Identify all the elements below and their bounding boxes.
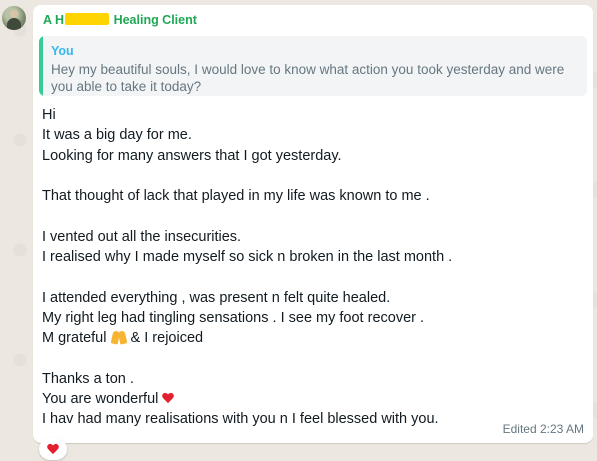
sender-name-suffix: Healing Client [113, 13, 197, 27]
rejoiced-text: & I rejoiced [130, 330, 204, 347]
quoted-author: You [51, 44, 74, 58]
red-heart-icon [162, 393, 174, 404]
redaction-mark [65, 13, 110, 25]
sender-name[interactable]: A H Healing Client [43, 13, 197, 29]
message-line: It was a big day for me. [42, 127, 192, 144]
quoted-text: Hey my beautiful souls, I would love to … [51, 62, 565, 94]
wonderful-text: You are wonderful [42, 391, 159, 408]
message-line: Hi [42, 107, 56, 123]
message-line-with-emoji: You are wonderful [42, 389, 522, 409]
message-line: That thought of lack that played in my l… [42, 188, 430, 205]
avatar-head [10, 10, 18, 18]
message-line: I realised why I made myself so sick n b… [42, 249, 453, 266]
message-bubble[interactable]: A H Healing Client You Hey my beautiful … [33, 5, 593, 443]
red-heart-icon [47, 444, 59, 455]
message-line: My right leg had tingling sensations . I… [42, 309, 425, 326]
message-line: I vented out all the insecurities. [42, 228, 242, 245]
message-line: Looking for many answers that I got yest… [42, 147, 342, 164]
sender-name-prefix: A H [43, 13, 65, 27]
message-line: Thanks a ton . [42, 370, 134, 387]
message-timestamp: Edited 2:23 AM [502, 422, 584, 436]
grateful-text: M grateful [42, 330, 107, 347]
message-text: Hi It was a big day for me. Looking for … [42, 105, 522, 430]
message-line-with-emoji: M grateful & I rejoiced [42, 328, 522, 348]
reaction-badge[interactable] [39, 438, 67, 460]
sender-avatar[interactable] [2, 6, 26, 30]
message-line: I hav had many realisations with you n I… [42, 411, 439, 428]
quote-accent-bar [39, 36, 43, 96]
quoted-message[interactable]: You Hey my beautiful souls, I would love… [39, 36, 587, 96]
avatar-torso [7, 18, 21, 30]
folded-hands-icon [111, 330, 127, 344]
message-line: I attended everything , was present n fe… [42, 289, 391, 306]
